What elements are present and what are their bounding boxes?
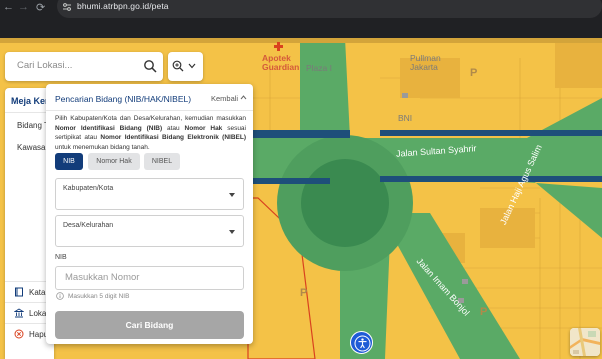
location-search-input[interactable] (17, 60, 137, 71)
caret-down-icon (229, 193, 235, 197)
caret-down-icon (229, 230, 235, 234)
basemap-switcher[interactable] (570, 328, 600, 356)
desa-label: Desa/Kelurahan (63, 222, 114, 229)
tab-nibel[interactable]: NIBEL (144, 153, 180, 170)
browser-toolbar: ← → ⟳ bhumi.atrbpn.go.id/peta (0, 0, 602, 38)
chevron-up-icon[interactable] (240, 94, 247, 101)
search-icon[interactable] (143, 59, 157, 73)
zoom-menu-button[interactable] (168, 52, 203, 81)
parcel-search-panel: Pencarian Bidang (NIB/HAK/NIBEL) Kembali… (46, 84, 253, 344)
forward-icon[interactable]: → (18, 0, 29, 14)
tab-nib[interactable]: NIB (55, 153, 83, 170)
back-icon[interactable]: ← (3, 0, 14, 14)
info-icon (56, 292, 64, 300)
address-bar[interactable]: bhumi.atrbpn.go.id/peta (57, 0, 602, 18)
building-icon (14, 308, 24, 318)
svg-text:P: P (480, 306, 487, 318)
nib-hint-text: Masukkan 5 digit NIB (68, 292, 130, 300)
nib-input[interactable] (65, 272, 235, 283)
svg-text:P: P (300, 287, 307, 299)
nib-hint: Masukkan 5 digit NIB (56, 292, 129, 300)
cari-bidang-button[interactable]: Cari Bidang (55, 311, 244, 339)
accessibility-icon (354, 335, 371, 352)
zoom-in-icon (172, 60, 184, 72)
map-label-plaza: Plaza I (306, 63, 332, 73)
kabupaten-label: Kabupaten/Kota (63, 185, 114, 192)
chevron-down-icon (188, 63, 196, 69)
map-label-apotek: Apotek Guardian (262, 53, 300, 72)
map-label-bni: BNI (398, 113, 413, 123)
panel-description: Pilih Kabupaten/Kota dan Desa/Kelurahan,… (55, 115, 247, 151)
nib-field (55, 266, 244, 290)
basemap-thumbnail-icon (570, 328, 600, 356)
site-settings-icon[interactable] (62, 2, 72, 12)
book-icon (15, 287, 23, 297)
accessibility-button[interactable] (350, 331, 373, 354)
reload-icon[interactable]: ⟳ (36, 0, 46, 14)
map-label-pullman: Pullman Jakarta (410, 53, 441, 72)
url-text: bhumi.atrbpn.go.id/peta (77, 1, 169, 11)
location-search (5, 52, 163, 81)
desa-select[interactable]: Desa/Kelurahan (55, 215, 244, 247)
panel-title: Pencarian Bidang (NIB/HAK/NIBEL) (55, 94, 192, 104)
tab-nomor-hak[interactable]: Nomor Hak (88, 153, 140, 170)
kabupaten-select[interactable]: Kabupaten/Kota (55, 178, 244, 210)
workspace-item-kawasan[interactable]: Kawasan (17, 143, 50, 152)
nib-label: NIB (55, 254, 67, 261)
delete-icon (14, 329, 24, 339)
svg-text:P: P (470, 67, 477, 79)
back-link[interactable]: Kembali (211, 94, 238, 103)
workspace-katalog-label: Katal (29, 288, 48, 297)
